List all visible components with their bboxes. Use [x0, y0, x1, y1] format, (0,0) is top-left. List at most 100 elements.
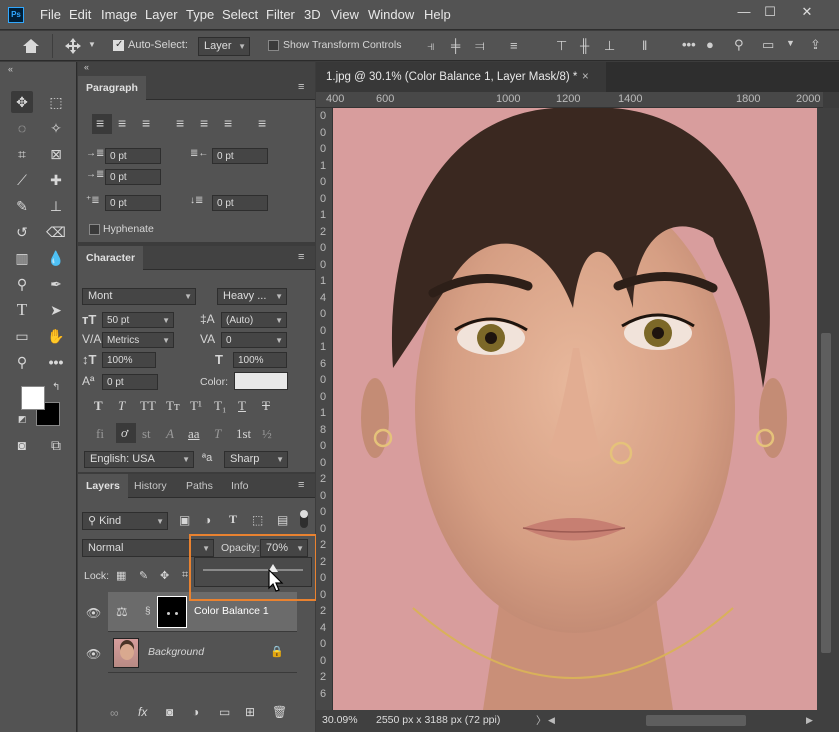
stylistic-alternates-button[interactable]: aa [188, 426, 200, 442]
minimize-button[interactable]: — [733, 4, 755, 20]
justify-all-button[interactable]: ≡ [258, 115, 266, 131]
font-style-dropdown[interactable]: Heavy ... ▼ [217, 288, 287, 305]
font-size-field[interactable]: 50 pt ▼ [102, 312, 174, 328]
chevron-right-icon[interactable]: 〉 [536, 713, 547, 728]
distribute-icon[interactable]: ≡ [510, 38, 518, 53]
filter-adjustment-icon[interactable]: ◑ [204, 513, 211, 527]
tracking-field[interactable]: 0 ▼ [221, 332, 287, 348]
user-icon[interactable]: ● [706, 37, 714, 52]
search-icon[interactable]: ⚲ [734, 37, 744, 53]
align-center-button[interactable]: ≡ [118, 115, 126, 131]
adjustment-layer-icon[interactable]: ◑ [192, 705, 199, 719]
faux-bold-button[interactable]: T [94, 398, 103, 414]
hand-tool-icon[interactable]: ✋ [45, 325, 67, 347]
screen-mode-icon[interactable]: ⧉ [45, 434, 67, 456]
justify-right-button[interactable]: ≡ [224, 115, 232, 131]
justify-left-button[interactable]: ≡ [176, 115, 184, 131]
tab-paths[interactable]: Paths [186, 480, 213, 492]
gradient-tool-icon[interactable]: ▥ [11, 247, 33, 269]
align-top-icon[interactable]: ⊤ [556, 38, 567, 54]
visibility-eye-icon[interactable]: 👁 [86, 647, 101, 661]
indent-first-line-field[interactable]: 0 pt [105, 169, 161, 185]
text-color-swatch[interactable] [234, 372, 288, 390]
delete-layer-icon[interactable]: 🗑 [272, 705, 287, 719]
panel-menu-icon[interactable]: ≡ [298, 251, 304, 263]
kerning-field[interactable]: Metrics ▼ [102, 332, 174, 348]
brush-tool-icon[interactable]: ✎ [11, 195, 33, 217]
rectangle-tool-icon[interactable]: ▭ [11, 325, 33, 347]
leading-field[interactable]: (Auto) ▼ [221, 312, 287, 328]
filter-smart-object-icon[interactable]: ▤ [277, 513, 288, 527]
scroll-right-icon[interactable]: ▶ [806, 715, 813, 726]
link-layers-icon[interactable]: ∞ [110, 706, 119, 720]
path-selection-icon[interactable]: ➤ [45, 299, 67, 321]
layer-filter-dropdown[interactable]: ⚲ Kind ▼ [82, 512, 168, 530]
layer-thumbnail[interactable] [113, 638, 139, 668]
panel-menu-icon[interactable]: ≡ [298, 479, 304, 491]
menu-help[interactable]: Help [424, 7, 451, 22]
space-after-field[interactable]: 0 pt [212, 195, 268, 211]
small-caps-button[interactable]: Tт [166, 398, 180, 414]
chevron-down-icon[interactable]: ▼ [88, 40, 96, 49]
dodge-tool-icon[interactable]: ⚲ [11, 273, 33, 295]
menu-image[interactable]: Image [101, 7, 137, 22]
crop-tool-icon[interactable]: ⌗ [11, 143, 33, 165]
swap-colors-icon[interactable]: ↰ [52, 382, 60, 393]
align-left-button[interactable]: ≡ [92, 114, 112, 134]
ordinals-button[interactable]: 1st [236, 426, 251, 442]
lock-artboard-icon[interactable]: ⌗ [182, 569, 188, 582]
move-tool-icon[interactable]: ✥ [11, 91, 33, 113]
align-center-icon[interactable]: ╪ [451, 38, 460, 53]
new-group-icon[interactable]: ▭ [219, 705, 230, 719]
type-tool-icon[interactable]: T [11, 299, 33, 321]
zoom-level[interactable]: 30.09% [322, 714, 358, 726]
font-family-dropdown[interactable]: Mont ▼ [82, 288, 196, 305]
menu-edit[interactable]: Edit [69, 7, 91, 22]
distribute-vertical-icon[interactable]: ‖ [642, 38, 647, 53]
maximize-button[interactable]: ☐ [759, 4, 781, 20]
tab-layers[interactable]: Layers [78, 474, 128, 498]
horizontal-scale-field[interactable]: 100% [233, 352, 287, 368]
pen-tool-icon[interactable]: ✒ [45, 273, 67, 295]
menu-file[interactable]: File [40, 7, 61, 22]
swash-button[interactable]: A [166, 426, 174, 442]
chain-link-icon[interactable]: § [145, 606, 151, 617]
more-tools-icon[interactable]: ••• [45, 351, 67, 373]
close-button[interactable]: ✕ [796, 4, 818, 20]
close-tab-icon[interactable]: × [582, 62, 589, 92]
panel-menu-icon[interactable]: ≡ [298, 81, 304, 93]
ligatures-button[interactable]: fi [96, 426, 104, 442]
fractions-button[interactable]: ½ [262, 426, 272, 442]
filter-type-icon[interactable]: T [229, 512, 237, 527]
document-tab[interactable]: 1.jpg @ 30.1% (Color Balance 1, Layer Ma… [316, 62, 606, 92]
menu-select[interactable]: Select [222, 7, 258, 22]
filter-pixel-icon[interactable]: ▣ [179, 513, 190, 527]
antialias-dropdown[interactable]: Sharp ▼ [224, 451, 288, 468]
tab-info[interactable]: Info [231, 480, 249, 492]
hyphenate-checkbox[interactable] [89, 224, 100, 235]
menu-type[interactable]: Type [186, 7, 214, 22]
align-right-button[interactable]: ≡ [142, 115, 150, 131]
menu-3d[interactable]: 3D [304, 7, 321, 22]
baseline-shift-field[interactable]: 0 pt [102, 374, 158, 390]
indent-right-field[interactable]: 0 pt [212, 148, 268, 164]
indent-left-field[interactable]: 0 pt [105, 148, 161, 164]
menu-view[interactable]: View [331, 7, 359, 22]
menu-filter[interactable]: Filter [266, 7, 295, 22]
eraser-icon[interactable]: ⌫ [45, 221, 67, 243]
collapse-icon[interactable]: « [84, 62, 89, 72]
strikethrough-button[interactable]: T [262, 398, 270, 414]
auto-select-checkbox[interactable] [113, 39, 124, 51]
collapse-icon[interactable]: « [8, 64, 13, 74]
default-colors-icon[interactable]: ◩ [18, 414, 27, 425]
superscript-button[interactable]: T¹ [190, 398, 202, 414]
frame-tool-icon[interactable]: ⊠ [45, 143, 67, 165]
language-dropdown[interactable]: English: USA ▼ [84, 451, 194, 468]
layer-mask-thumbnail[interactable] [157, 596, 187, 628]
justify-center-button[interactable]: ≡ [200, 115, 208, 131]
layer-style-icon[interactable]: fx [138, 705, 147, 719]
all-caps-button[interactable]: TT [140, 398, 156, 414]
filter-shape-icon[interactable]: ⬚ [252, 513, 263, 527]
visibility-eye-icon[interactable]: 👁 [86, 606, 101, 620]
menu-layer[interactable]: Layer [145, 7, 178, 22]
